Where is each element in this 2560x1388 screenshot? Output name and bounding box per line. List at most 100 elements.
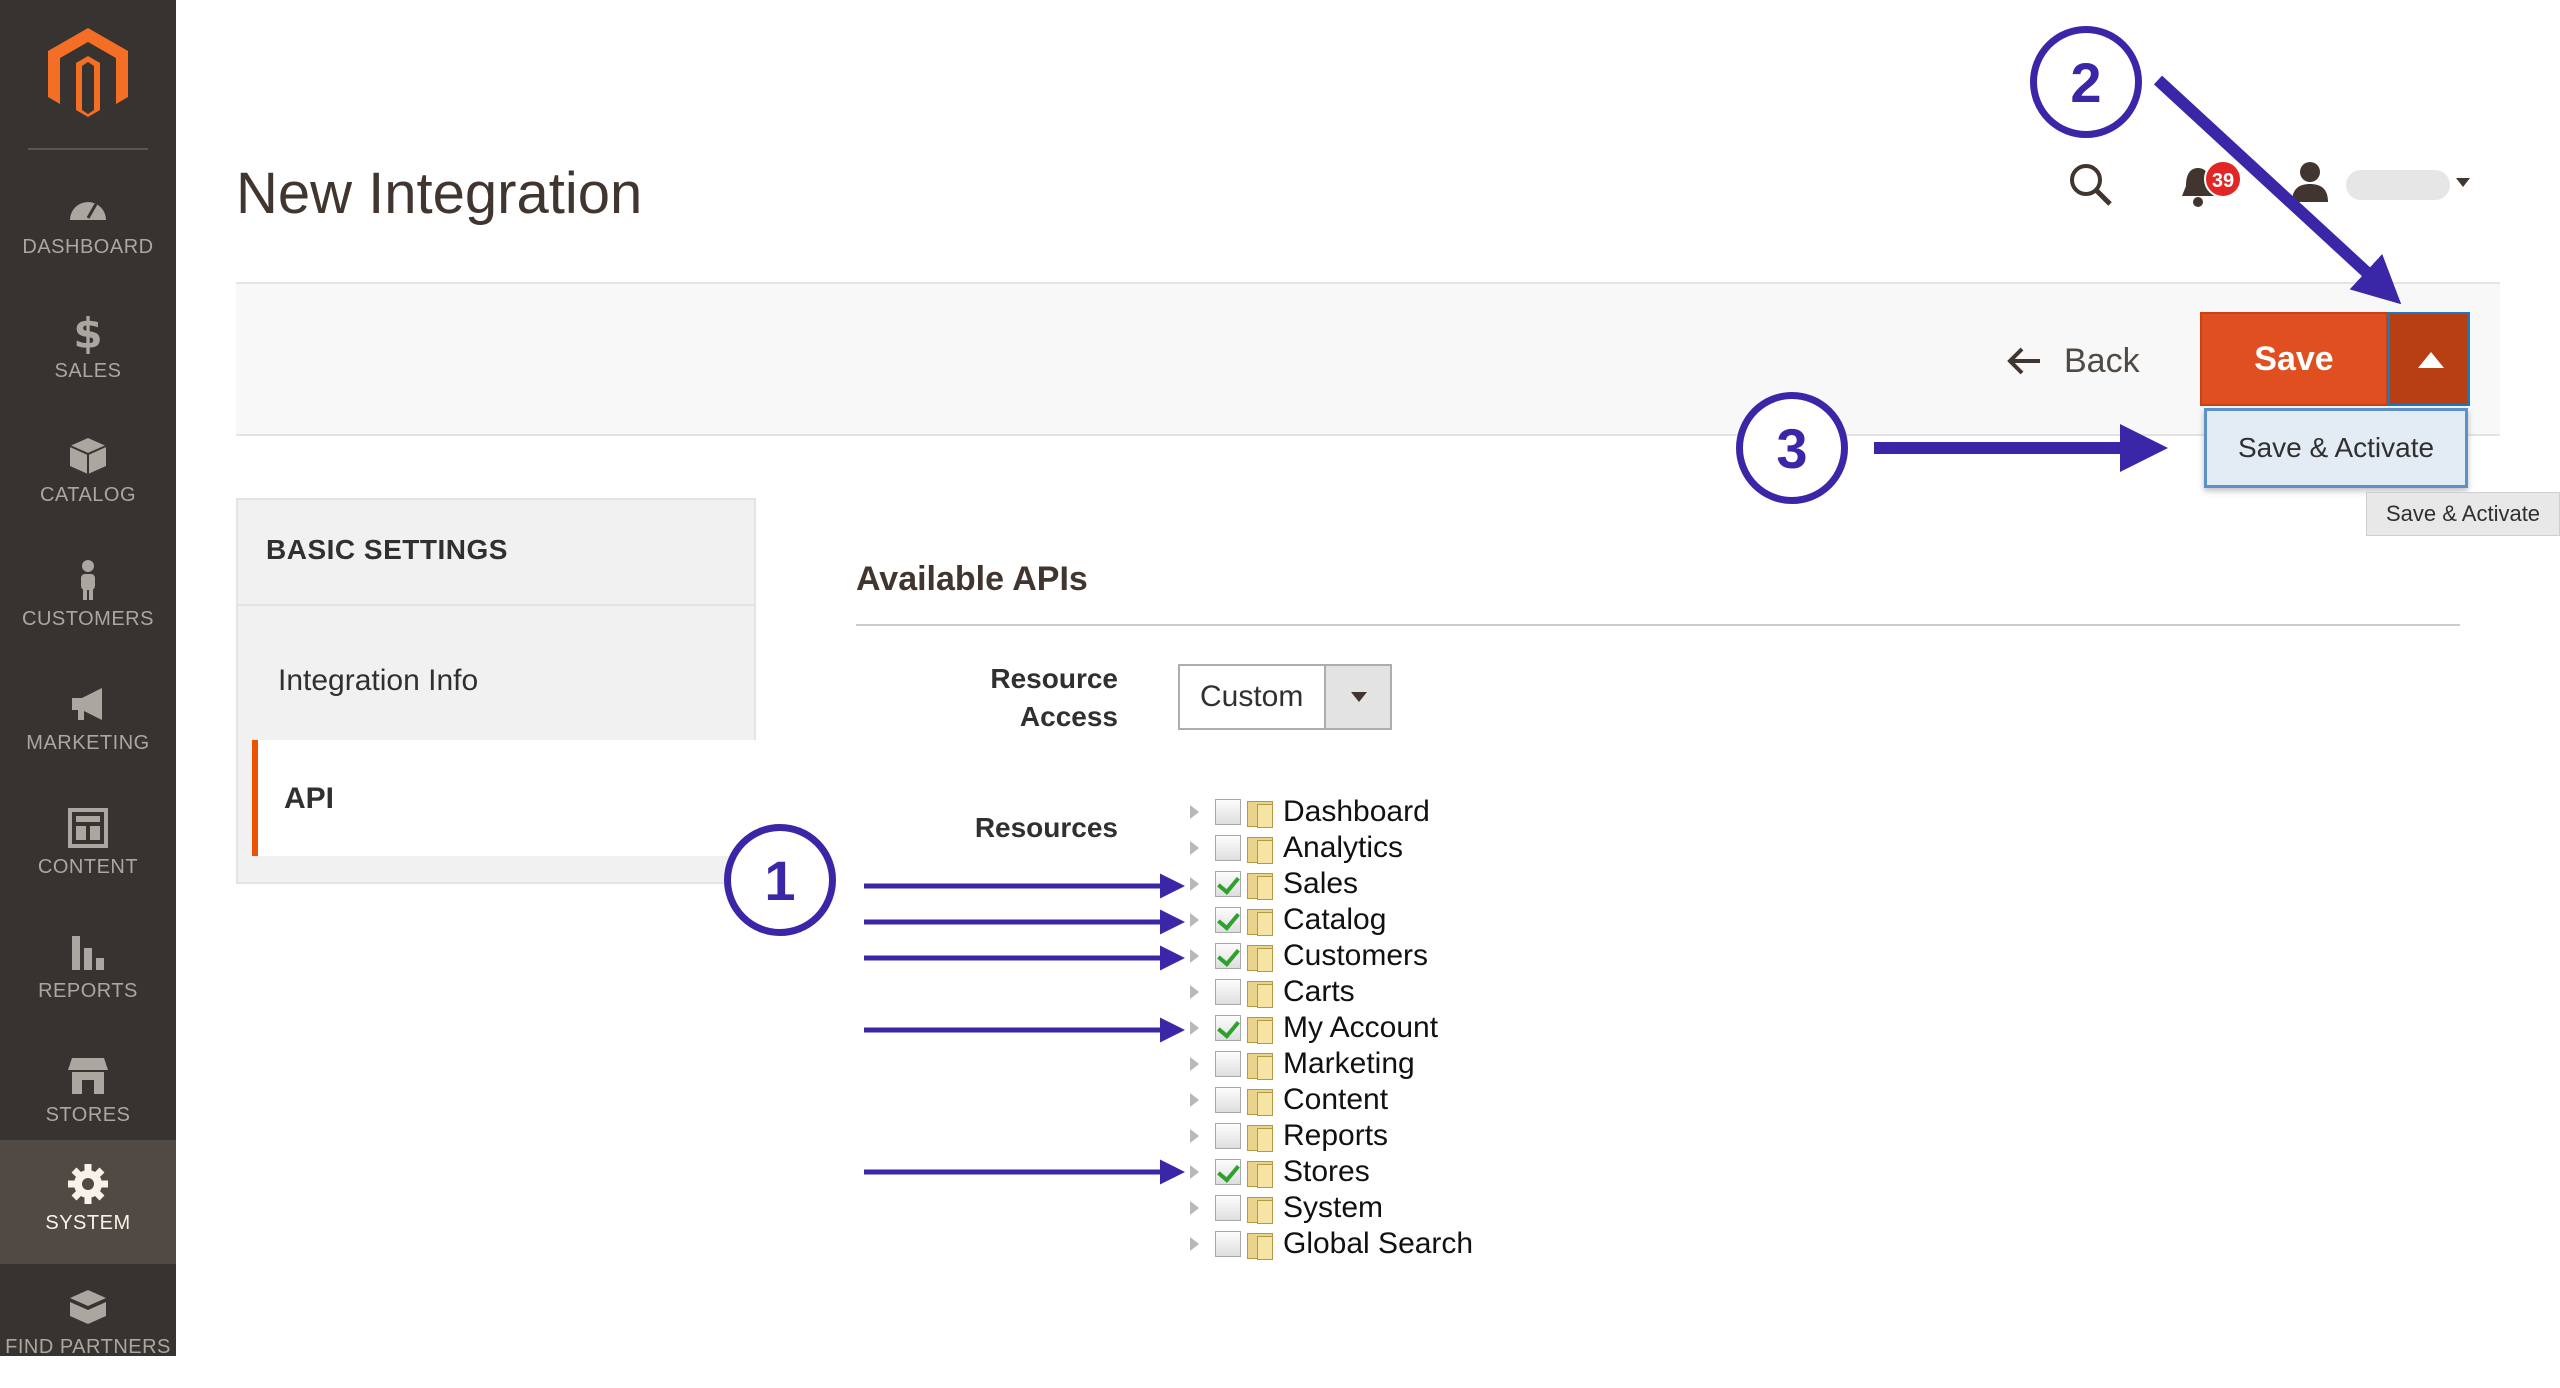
resource-label: My Account — [1283, 1011, 1439, 1044]
select-toggle[interactable] — [1324, 666, 1390, 728]
folder-icon — [1245, 1230, 1275, 1260]
notification-count-badge[interactable]: 39 — [2204, 160, 2242, 198]
resource-tree-item[interactable]: Customers — [1186, 938, 1428, 974]
resource-checkbox[interactable] — [1215, 1231, 1241, 1257]
sidebar-item-system[interactable]: SYSTEM — [0, 1140, 176, 1264]
resource-label: Carts — [1283, 975, 1355, 1008]
tab-api[interactable]: API — [252, 740, 756, 856]
tab-integration-info[interactable]: Integration Info — [278, 664, 478, 698]
expand-triangle-icon[interactable] — [1190, 805, 1199, 819]
expand-triangle-icon[interactable] — [1190, 985, 1199, 999]
magento-logo-icon[interactable] — [44, 24, 132, 120]
folder-icon — [1245, 870, 1275, 900]
folder-icon — [1245, 978, 1275, 1008]
resource-label: Marketing — [1283, 1047, 1415, 1080]
back-button-label: Back — [2064, 341, 2140, 380]
sidebar-item-stores[interactable]: STORES — [0, 1032, 176, 1156]
box-icon — [69, 438, 107, 474]
resource-checkbox[interactable] — [1215, 1051, 1241, 1077]
expand-triangle-icon[interactable] — [1190, 1129, 1199, 1143]
resource-access-label: Resource Access — [990, 663, 1118, 732]
resource-tree-item[interactable]: Reports — [1186, 1118, 1388, 1154]
sidebar-item-label: STORES — [45, 1104, 131, 1126]
folder-icon — [1245, 1158, 1275, 1188]
resources-label: Resources — [974, 812, 1118, 843]
expand-triangle-icon[interactable] — [1190, 841, 1199, 855]
resource-tree-item[interactable]: Content — [1186, 1082, 1388, 1118]
sidebar-item-label: CUSTOMERS — [22, 608, 154, 630]
sidebar-item-find-partners[interactable]: FIND PARTNERS — [0, 1264, 176, 1388]
expand-triangle-icon[interactable] — [1190, 1201, 1199, 1215]
sidebar-item-label: CONTENT — [37, 856, 139, 878]
page-actions-bar — [236, 282, 2500, 436]
arrow-left-icon — [2007, 347, 2040, 375]
expand-triangle-icon[interactable] — [1190, 1093, 1199, 1107]
sidebar-item-label: SALES — [54, 360, 122, 382]
user-name-redacted[interactable] — [2346, 170, 2450, 200]
save-button[interactable]: Save — [2200, 312, 2388, 406]
sidebar-item-marketing[interactable]: MARKETING — [0, 660, 176, 784]
resource-checkbox[interactable] — [1215, 1087, 1241, 1113]
resource-label: Catalog — [1283, 903, 1387, 936]
expand-triangle-icon[interactable] — [1190, 1165, 1199, 1179]
svg-text:$: $ — [73, 310, 102, 354]
resource-checkbox[interactable] — [1215, 1015, 1241, 1041]
resource-tree-item[interactable]: System — [1186, 1190, 1383, 1226]
chevron-down-icon[interactable] — [2456, 178, 2470, 187]
annotation-callout-2: 2 — [2030, 26, 2142, 138]
resource-checkbox[interactable] — [1215, 1195, 1241, 1221]
back-button[interactable]: Back — [2006, 336, 2140, 386]
chevron-down-icon — [1351, 692, 1367, 702]
blocks-icon — [70, 1290, 106, 1324]
resource-tree-item[interactable]: Stores — [1186, 1154, 1370, 1190]
resource-tree-item[interactable]: Carts — [1186, 974, 1355, 1010]
sidebar-item-catalog[interactable]: CATALOG — [0, 412, 176, 536]
expand-triangle-icon[interactable] — [1190, 1057, 1199, 1071]
tooltip: Save & Activate — [2366, 492, 2560, 536]
expand-triangle-icon[interactable] — [1190, 1021, 1199, 1035]
resource-tree-item[interactable]: Analytics — [1186, 830, 1403, 866]
folder-icon — [1245, 834, 1275, 864]
expand-triangle-icon[interactable] — [1190, 949, 1199, 963]
dashboard-icon — [70, 202, 106, 220]
resource-checkbox[interactable] — [1215, 1123, 1241, 1149]
admin-sidebar: DASHBOARD $ SALES CATALOG CUSTOMERS MARK… — [0, 0, 176, 1358]
section-divider — [856, 624, 2460, 626]
user-icon[interactable] — [2290, 160, 2330, 204]
annotation-callout-1: 1 — [724, 824, 836, 936]
save-and-activate-menu-item[interactable]: Save & Activate — [2204, 408, 2468, 488]
resource-label: Dashboard — [1283, 795, 1430, 828]
resource-tree-item[interactable]: My Account — [1186, 1010, 1438, 1046]
resource-checkbox[interactable] — [1215, 907, 1241, 933]
resource-label: Stores — [1283, 1155, 1370, 1188]
folder-icon — [1245, 798, 1275, 828]
sidebar-item-reports[interactable]: REPORTS — [0, 908, 176, 1032]
sidebar-item-content[interactable]: CONTENT — [0, 784, 176, 908]
expand-triangle-icon[interactable] — [1190, 1237, 1199, 1251]
sidebar-item-sales[interactable]: $ SALES — [0, 288, 176, 412]
resource-checkbox[interactable] — [1215, 943, 1241, 969]
folder-icon — [1245, 1194, 1275, 1224]
resource-checkbox[interactable] — [1215, 835, 1241, 861]
resource-access-select[interactable]: Custom — [1178, 664, 1392, 730]
sidebar-item-dashboard[interactable]: DASHBOARD — [0, 164, 176, 288]
expand-triangle-icon[interactable] — [1190, 913, 1199, 927]
expand-triangle-icon[interactable] — [1190, 877, 1199, 891]
resource-label: Global Search — [1283, 1227, 1474, 1260]
resource-checkbox[interactable] — [1215, 1159, 1241, 1185]
gear-icon — [68, 1164, 108, 1204]
save-split-toggle[interactable] — [2388, 312, 2470, 406]
resource-tree-item[interactable]: Dashboard — [1186, 794, 1430, 830]
resource-tree-item[interactable]: Catalog — [1186, 902, 1386, 938]
caret-up-icon — [2418, 352, 2444, 368]
resource-checkbox[interactable] — [1215, 979, 1241, 1005]
sidebar-item-customers[interactable]: CUSTOMERS — [0, 536, 176, 660]
folder-icon — [1245, 942, 1275, 972]
resource-tree-item[interactable]: Sales — [1186, 866, 1358, 902]
resource-tree-item[interactable]: Global Search — [1186, 1226, 1473, 1262]
resource-checkbox[interactable] — [1215, 871, 1241, 897]
search-icon[interactable] — [2066, 160, 2114, 208]
layout-icon — [68, 808, 108, 848]
resource-tree-item[interactable]: Marketing — [1186, 1046, 1415, 1082]
resource-checkbox[interactable] — [1215, 799, 1241, 825]
